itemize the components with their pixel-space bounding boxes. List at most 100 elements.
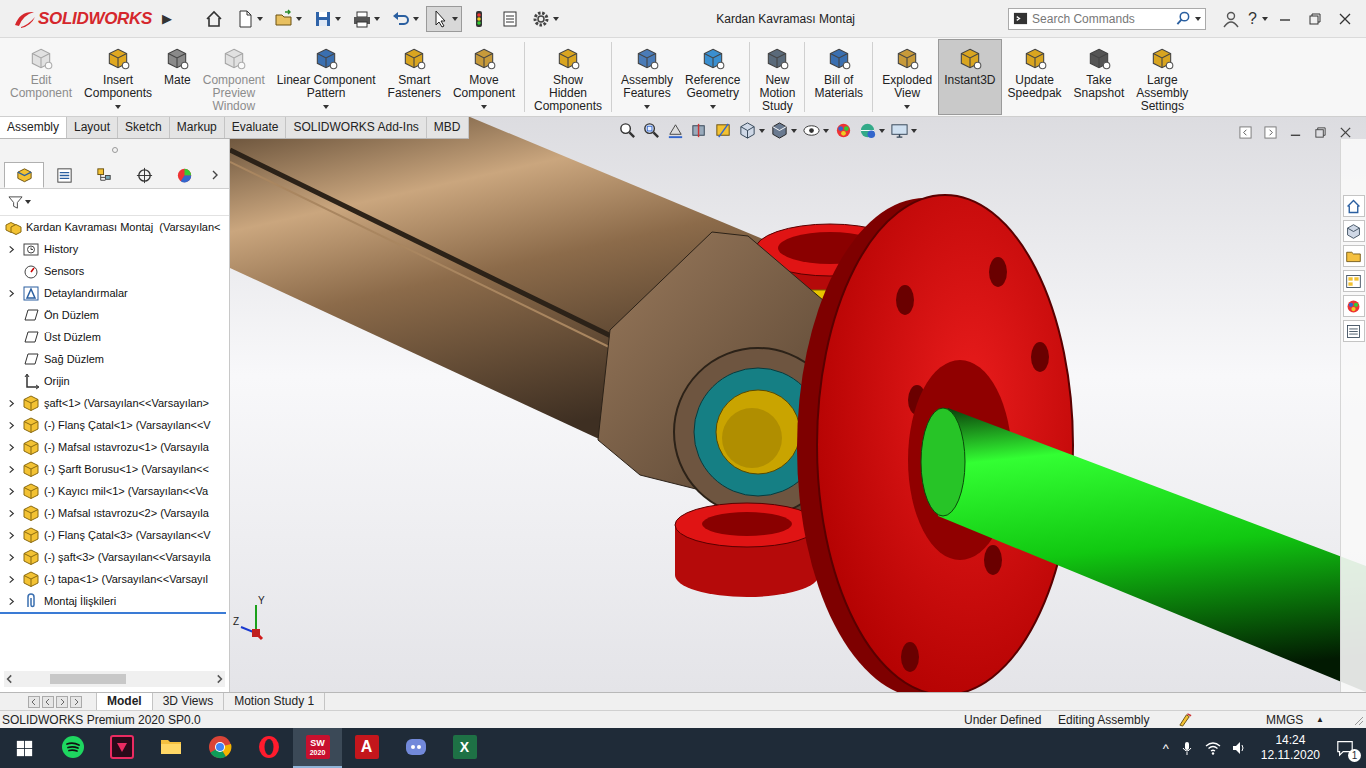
dropdown-caret[interactable]	[553, 17, 559, 21]
assembly-features-button[interactable]: AssemblyFeatures	[615, 39, 679, 115]
tree-item[interactable]: (-) Mafsal ıstavrozu<2> (Varsayıla	[0, 502, 229, 524]
solidworks-taskbar-button[interactable]: SW2020	[293, 728, 342, 768]
dropdown-caret[interactable]	[413, 17, 419, 21]
zoom-to-area-button[interactable]	[642, 121, 661, 140]
microphone-icon[interactable]	[1179, 740, 1195, 756]
media-encoder-taskbar-button[interactable]	[97, 728, 146, 768]
expand-chevron-icon[interactable]	[7, 487, 16, 496]
options-button[interactable]	[527, 6, 563, 32]
tab-scroll-icon[interactable]	[28, 696, 40, 708]
dropdown-caret[interactable]	[710, 105, 716, 109]
home-button[interactable]	[200, 6, 228, 32]
insert-components-button[interactable]: InsertComponents	[78, 39, 158, 115]
command-tab[interactable]: Layout	[67, 117, 118, 138]
model-tab[interactable]: 3D Views	[153, 693, 224, 710]
expand-chevron-icon[interactable]	[7, 289, 16, 298]
show-hidden-button[interactable]: ShowHiddenComponents	[528, 39, 608, 115]
chrome-taskbar-button[interactable]	[195, 728, 244, 768]
view-palette-tab[interactable]	[1343, 270, 1365, 292]
tree-expander[interactable]	[0, 245, 22, 254]
more-tabs-chevron-icon[interactable]	[210, 170, 220, 180]
tab-scroll-icon[interactable]	[56, 696, 68, 708]
tree-item[interactable]: (-) Flanş Çatal<1> (Varsayılan<<V	[0, 414, 229, 436]
search-dropdown-caret[interactable]	[1195, 17, 1201, 21]
edit-component-button[interactable]: EditComponent	[4, 39, 78, 115]
panel-grip[interactable]	[0, 139, 229, 161]
tree-item[interactable]: (-) Mafsal ıstavrozu<1> (Varsayıla	[0, 436, 229, 458]
property-manager-tab[interactable]	[44, 162, 84, 188]
dynamic-annotation-button[interactable]	[714, 121, 733, 140]
configuration-manager-tab[interactable]	[84, 162, 124, 188]
command-tab[interactable]: MBD	[427, 117, 469, 138]
properties-button[interactable]	[496, 6, 524, 32]
update-speedpak-button[interactable]: UpdateSpeedpak	[1002, 39, 1068, 115]
reference-geometry-button[interactable]: ReferenceGeometry	[679, 39, 746, 115]
close-icon[interactable]	[1338, 12, 1352, 26]
command-tab[interactable]: Markup	[170, 117, 225, 138]
expand-chevron-icon[interactable]	[7, 575, 16, 584]
expand-chevron-icon[interactable]	[7, 421, 16, 430]
dropdown-caret[interactable]	[296, 17, 302, 21]
dropdown-caret[interactable]	[257, 17, 263, 21]
tree-expander[interactable]	[0, 443, 22, 452]
exploded-view-button[interactable]: ExplodedView	[876, 39, 938, 115]
view-settings-button[interactable]	[890, 121, 917, 140]
dropdown-caret[interactable]	[452, 17, 458, 21]
expand-chevron-icon[interactable]	[7, 553, 16, 562]
tree-item[interactable]: Montaj İlişkileri	[0, 590, 229, 612]
linear-pattern-button[interactable]: Linear ComponentPattern	[271, 39, 382, 115]
select-button[interactable]	[426, 6, 462, 32]
tree-item[interactable]: şaft<1> (Varsayılan<<Varsayılan>	[0, 392, 229, 414]
feature-tree-tab[interactable]	[4, 162, 44, 188]
custom-properties-tab[interactable]	[1343, 320, 1365, 342]
print-button[interactable]	[348, 6, 384, 32]
viewport-close-icon[interactable]	[1339, 126, 1352, 139]
viewport-restore-icon[interactable]	[1314, 126, 1327, 139]
command-tab[interactable]: Evaluate	[225, 117, 287, 138]
unit-menu-arrow[interactable]: ▲	[1316, 715, 1352, 724]
minimize-icon[interactable]	[1278, 12, 1292, 26]
smart-fasteners-button[interactable]: SmartFasteners	[382, 39, 447, 115]
scroll-left-icon[interactable]	[4, 673, 16, 685]
dropdown-caret[interactable]	[323, 105, 329, 109]
resize-grip-icon[interactable]	[1352, 714, 1364, 726]
dropdown-caret[interactable]	[115, 105, 121, 109]
mate-button[interactable]: Mate	[158, 39, 197, 115]
dropdown-caret[interactable]	[911, 129, 917, 133]
tree-expander[interactable]	[0, 509, 22, 518]
spotify-taskbar-button[interactable]	[48, 728, 97, 768]
opera-taskbar-button[interactable]	[244, 728, 293, 768]
tree-expander[interactable]	[0, 553, 22, 562]
display-style-button[interactable]	[770, 121, 797, 140]
section-view-button[interactable]	[690, 121, 709, 140]
expand-chevron-icon[interactable]	[7, 465, 16, 474]
dropdown-caret[interactable]	[481, 105, 487, 109]
tree-item[interactable]: (-) tapa<1> (Varsayılan<<Varsayıl	[0, 568, 229, 590]
expand-chevron-icon[interactable]	[7, 245, 16, 254]
output-shaft[interactable]	[921, 408, 1366, 692]
tree-filter[interactable]	[0, 189, 229, 216]
dropdown-caret[interactable]	[791, 129, 797, 133]
dropdown-caret[interactable]	[644, 105, 650, 109]
tree-item[interactable]: (-) Flanş Çatal<3> (Varsayılan<<V	[0, 524, 229, 546]
tree-expander[interactable]	[0, 421, 22, 430]
graphics-area[interactable]	[230, 139, 1340, 692]
tree-expander[interactable]	[0, 575, 22, 584]
dropdown-caret[interactable]	[904, 105, 910, 109]
expand-chevron-icon[interactable]	[7, 509, 16, 518]
large-assembly-button[interactable]: LargeAssemblySettings	[1130, 39, 1194, 115]
tab-scroll-icon[interactable]	[42, 696, 54, 708]
file-explorer-tab[interactable]	[1343, 245, 1365, 267]
excel-taskbar-button[interactable]: X	[440, 728, 489, 768]
wifi-icon[interactable]	[1205, 740, 1221, 756]
open-button[interactable]	[270, 6, 306, 32]
tree-item[interactable]: (-) Şarft Borusu<1> (Varsayılan<<	[0, 458, 229, 480]
bottom-yoke-ear[interactable]	[675, 503, 819, 597]
rebuild-button[interactable]	[465, 6, 493, 32]
view-orientation-button[interactable]	[738, 121, 765, 140]
start-button[interactable]	[0, 728, 48, 768]
restore-icon[interactable]	[1308, 12, 1322, 26]
tree-item[interactable]: Detaylandırmalar	[0, 282, 229, 304]
motion-study-button[interactable]: NewMotionStudy	[753, 39, 801, 115]
edit-appearance-button[interactable]	[834, 121, 853, 140]
